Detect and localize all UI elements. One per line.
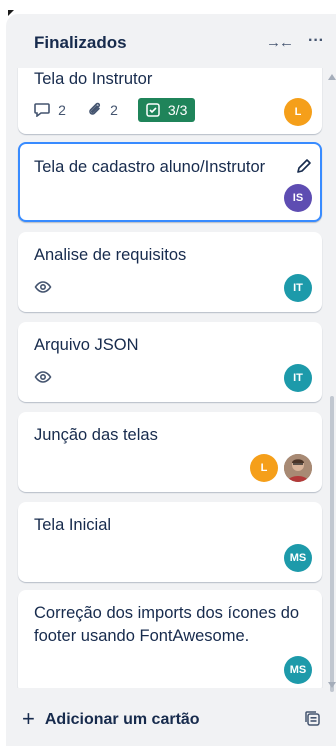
card-tela-inicial[interactable]: Tela Inicial MS [18, 502, 322, 582]
avatar[interactable]: MS [284, 544, 312, 572]
card-juncao-das-telas[interactable]: Junção das telas L [18, 412, 322, 492]
avatar[interactable]: IT [284, 364, 312, 392]
comments-count: 2 [58, 102, 66, 118]
card-title: Junção das telas [34, 426, 158, 444]
card-title: Arquivo JSON [34, 336, 139, 354]
list-header: Finalizados →← ··· [6, 14, 336, 74]
scrollbar[interactable] [328, 74, 336, 692]
card-title: Tela do Instrutor [34, 70, 153, 88]
attachments-count: 2 [110, 102, 118, 118]
card-title: Analise de requisitos [34, 246, 187, 264]
eye-icon [34, 368, 52, 386]
avatar[interactable]: IT [284, 274, 312, 302]
add-card-button[interactable]: + Adicionar um cartão [22, 702, 200, 736]
plus-icon: + [22, 706, 35, 731]
scroll-thumb[interactable] [330, 396, 334, 692]
add-card-label: Adicionar um cartão [44, 711, 200, 728]
paperclip-icon [88, 102, 106, 119]
card-template-icon[interactable] [304, 710, 322, 728]
avatar[interactable]: L [250, 454, 278, 482]
pencil-icon[interactable] [296, 158, 312, 174]
list-menu-icon[interactable]: ··· [304, 30, 328, 52]
card-tela-do-instrutor[interactable]: Tela do Instrutor 2 2 3/3 L [18, 68, 322, 134]
card-title: Tela de cadastro aluno/Instrutor [34, 158, 266, 176]
card-list: Tela do Instrutor 2 2 3/3 L Tela de cada… [6, 68, 336, 688]
avatar[interactable]: IS [284, 184, 312, 212]
card-tela-de-cadastro[interactable]: Tela de cadastro aluno/Instrutor IS [18, 142, 322, 222]
scroll-down-arrow-icon[interactable] [328, 682, 336, 688]
checklist-badge: 3/3 [138, 98, 196, 122]
comment-icon [34, 102, 54, 119]
avatar[interactable]: MS [284, 656, 312, 684]
list-column-finalizados: Finalizados →← ··· Tela do Instrutor 2 2… [6, 14, 336, 746]
list-footer: + Adicionar um cartão [6, 694, 336, 746]
avatar[interactable]: L [284, 98, 312, 126]
list-title[interactable]: Finalizados [34, 33, 127, 53]
checklist-count: 3/3 [167, 102, 188, 118]
card-arquivo-json[interactable]: Arquivo JSON IT [18, 322, 322, 402]
card-analise-de-requisitos[interactable]: Analise de requisitos IT [18, 232, 322, 312]
card-title: Tela Inicial [34, 516, 112, 534]
attachments-badge: 2 [88, 99, 118, 121]
card-title: Correção dos imports dos ícones do foote… [34, 604, 300, 645]
card-correcao-imports[interactable]: Correção dos imports dos ícones do foote… [18, 590, 322, 688]
checklist-icon [146, 102, 168, 118]
scroll-up-arrow-icon[interactable] [328, 74, 336, 80]
avatar-photo[interactable] [284, 454, 312, 482]
eye-icon [34, 278, 52, 296]
comments-badge: 2 [34, 99, 66, 121]
collapse-list-icon[interactable]: →← [266, 32, 294, 54]
